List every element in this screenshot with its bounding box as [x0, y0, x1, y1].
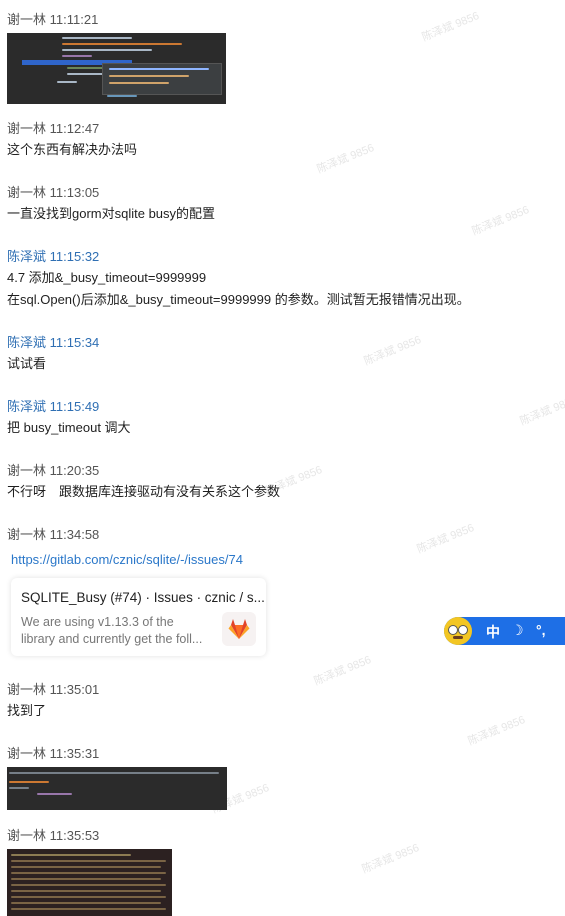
message-time: 11:35:53 — [49, 828, 100, 843]
message-time: 11:11:21 — [49, 12, 99, 27]
sender-name: 谢一林 — [7, 185, 47, 200]
watermark: 陈泽斌 9856 — [470, 204, 531, 238]
message-header: 谢一林 11:20:35 — [7, 463, 99, 479]
gitlab-logo-icon — [222, 612, 256, 646]
sender-name: 谢一林 — [7, 121, 47, 136]
mascot-icon — [444, 617, 472, 645]
message-text: 4.7 添加&_busy_timeout=9999999 — [7, 270, 207, 285]
message-time: 11:35:01 — [49, 682, 100, 697]
code-screenshot[interactable] — [7, 767, 227, 810]
watermark: 陈泽斌 9856 — [415, 522, 476, 556]
sender-name: 谢一林 — [7, 527, 47, 542]
sender-name: 谢一林 — [7, 12, 47, 27]
message-header: 谢一林 11:13:05 — [7, 185, 99, 201]
moon-icon[interactable]: ☽ — [511, 622, 524, 639]
message-header: 谢一林 11:11:21 — [7, 12, 98, 28]
watermark: 陈泽斌 9856 — [360, 842, 421, 876]
message-header: 谢一林 11:35:53 — [7, 828, 99, 844]
message-text: 把 busy_timeout 调大 — [7, 420, 131, 435]
message-link[interactable]: https://gitlab.com/cznic/sqlite/-/issues… — [11, 551, 243, 569]
message-header: 陈泽斌 11:15:34 — [7, 335, 99, 351]
link-preview-desc-line: library and currently get the foll... — [21, 632, 203, 646]
sender-name: 谢一林 — [7, 682, 47, 697]
message-text: 一直没找到gorm对sqlite busy的配置 — [7, 206, 216, 221]
sender-name: 谢一林 — [7, 746, 47, 761]
message-header: 谢一林 11:12:47 — [7, 121, 99, 137]
message-time: 11:15:49 — [49, 399, 100, 414]
link-preview-title: SQLITE_Busy (#74) · Issues · cznic / s..… — [21, 590, 265, 605]
message-time: 11:13:05 — [49, 185, 100, 200]
message-text: 这个东西有解决办法吗 — [7, 142, 138, 157]
message-header: 谢一林 11:35:31 — [7, 746, 99, 762]
sender-name: 陈泽斌 — [7, 335, 47, 350]
code-screenshot[interactable] — [7, 33, 226, 104]
message-time: 11:34:58 — [49, 527, 100, 542]
message-header: 陈泽斌 11:15:49 — [7, 399, 99, 415]
message-text: 不行呀 跟数据库连接驱动有没有关系这个参数 — [7, 484, 281, 499]
sender-name: 谢一林 — [7, 463, 47, 478]
ime-toolbar[interactable]: 中 ☽ °, — [444, 617, 565, 645]
message-time: 11:15:32 — [49, 249, 100, 264]
watermark: 陈泽斌 9856 — [466, 714, 527, 748]
message-text: 找到了 — [7, 703, 47, 718]
watermark: 陈泽斌 9856 — [518, 394, 565, 428]
watermark: 陈泽斌 9856 — [315, 142, 376, 176]
watermark: 陈泽斌 9856 — [420, 10, 481, 44]
terminal-screenshot[interactable] — [7, 849, 172, 916]
message-time: 11:35:31 — [49, 746, 100, 761]
watermark: 陈泽斌 9856 — [312, 654, 373, 688]
message-header: 谢一林 11:35:01 — [7, 682, 99, 698]
message-header: 陈泽斌 11:15:32 — [7, 249, 99, 265]
link-preview-card[interactable]: SQLITE_Busy (#74) · Issues · cznic / s..… — [11, 578, 266, 656]
link-preview-desc-line: We are using v1.13.3 of the — [21, 615, 174, 629]
message-time: 11:20:35 — [49, 463, 100, 478]
message-text: 在sql.Open()后添加&_busy_timeout=9999999 的参数… — [7, 292, 470, 307]
link-preview-description: We are using v1.13.3 of the library and … — [21, 614, 216, 648]
sender-name: 谢一林 — [7, 828, 47, 843]
message-time: 11:15:34 — [49, 335, 100, 350]
ime-language-button[interactable]: 中 — [486, 622, 500, 642]
sender-name: 陈泽斌 — [7, 249, 47, 264]
message-header: 谢一林 11:34:58 — [7, 527, 99, 543]
message-text: 试试看 — [7, 356, 47, 371]
message-time: 11:12:47 — [49, 121, 100, 136]
sender-name: 陈泽斌 — [7, 399, 47, 414]
punctuation-button[interactable]: °, — [536, 622, 546, 638]
watermark: 陈泽斌 9856 — [362, 334, 423, 368]
